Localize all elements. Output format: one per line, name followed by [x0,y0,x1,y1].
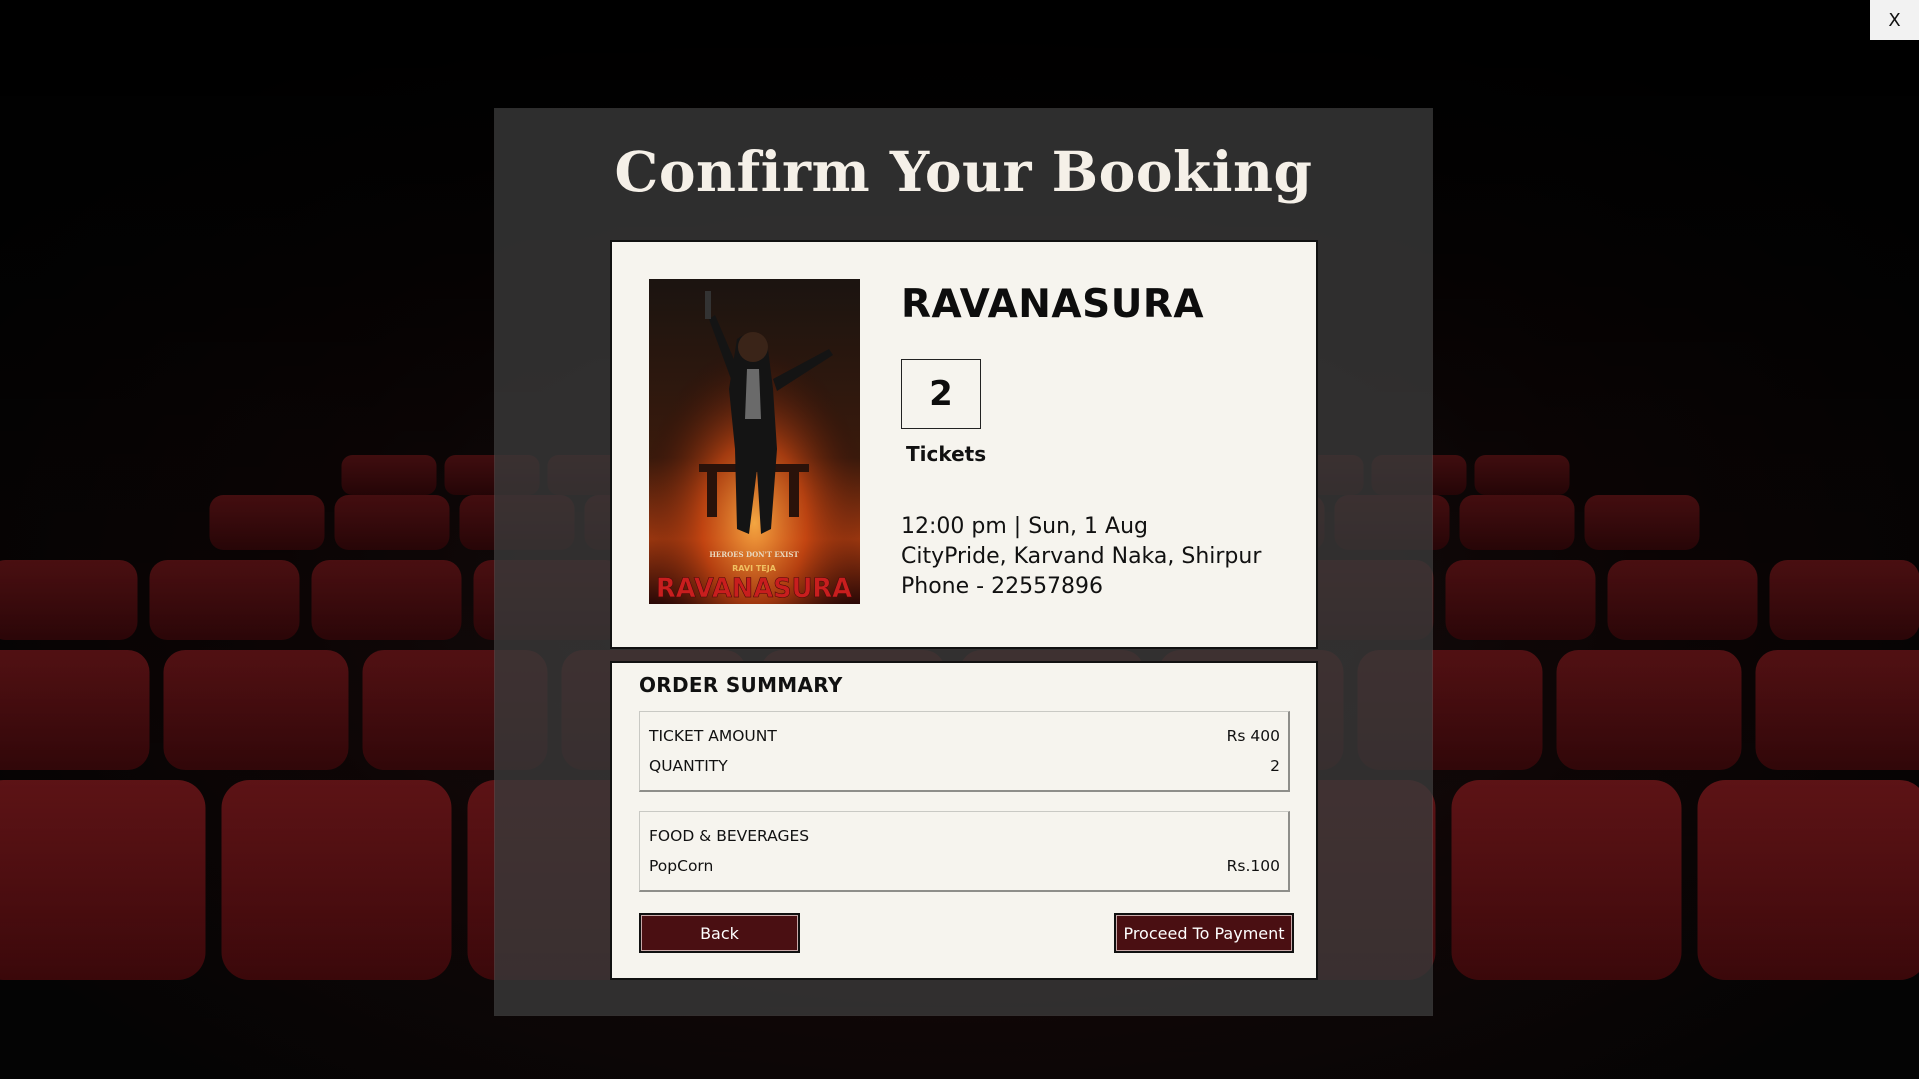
food-heading: FOOD & BEVERAGES [649,827,810,845]
food-item-label: PopCorn [649,857,714,875]
ticket-amount-value: Rs 400 [1226,727,1280,745]
ticket-summary-box: TICKET AMOUNT Rs 400 QUANTITY 2 [639,711,1290,792]
ticket-label: Tickets [906,442,987,466]
quantity-label: QUANTITY [649,757,728,775]
show-info: 12:00 pm | Sun, 1 Aug CityPride, Karvand… [901,512,1261,602]
ticket-count: 2 [901,359,981,429]
food-summary-box: FOOD & BEVERAGES PopCorn Rs.100 [639,811,1290,892]
quantity-value: 2 [1270,757,1280,775]
food-item-row: PopCorn Rs.100 [649,854,1280,878]
movie-details-card: HEROES DON'T EXIST RAVI TEJA RAVANASURA … [610,240,1318,649]
order-summary-heading: ORDER SUMMARY [639,673,843,697]
order-summary-card: ORDER SUMMARY TICKET AMOUNT Rs 400 QUANT… [610,661,1318,980]
venue: CityPride, Karvand Naka, Shirpur [901,544,1262,569]
back-button[interactable]: Back [639,913,800,953]
showtime: 12:00 pm | Sun, 1 Aug [901,514,1148,539]
food-item-value: Rs.100 [1226,857,1280,875]
ticket-amount-row: TICKET AMOUNT Rs 400 [649,724,1280,748]
booking-dialog: Confirm Your Booking HEROES DON'T EXIST … [495,109,1432,1015]
close-button[interactable]: X [1870,0,1919,40]
poster-tagline: HEROES DON'T EXIST [709,550,799,559]
venue-phone: Phone - 22557896 [901,574,1104,599]
movie-poster: HEROES DON'T EXIST RAVI TEJA RAVANASURA [649,279,860,604]
proceed-to-payment-button[interactable]: Proceed To Payment [1114,913,1294,953]
quantity-row: QUANTITY 2 [649,754,1280,778]
ticket-amount-label: TICKET AMOUNT [649,727,777,745]
movie-title: RAVANASURA [901,282,1205,327]
poster-actor: RAVI TEJA [732,564,777,573]
food-heading-row: FOOD & BEVERAGES [649,824,1280,848]
poster-title: RAVANASURA [656,573,852,604]
dialog-title: Confirm Your Booking [614,139,1313,204]
